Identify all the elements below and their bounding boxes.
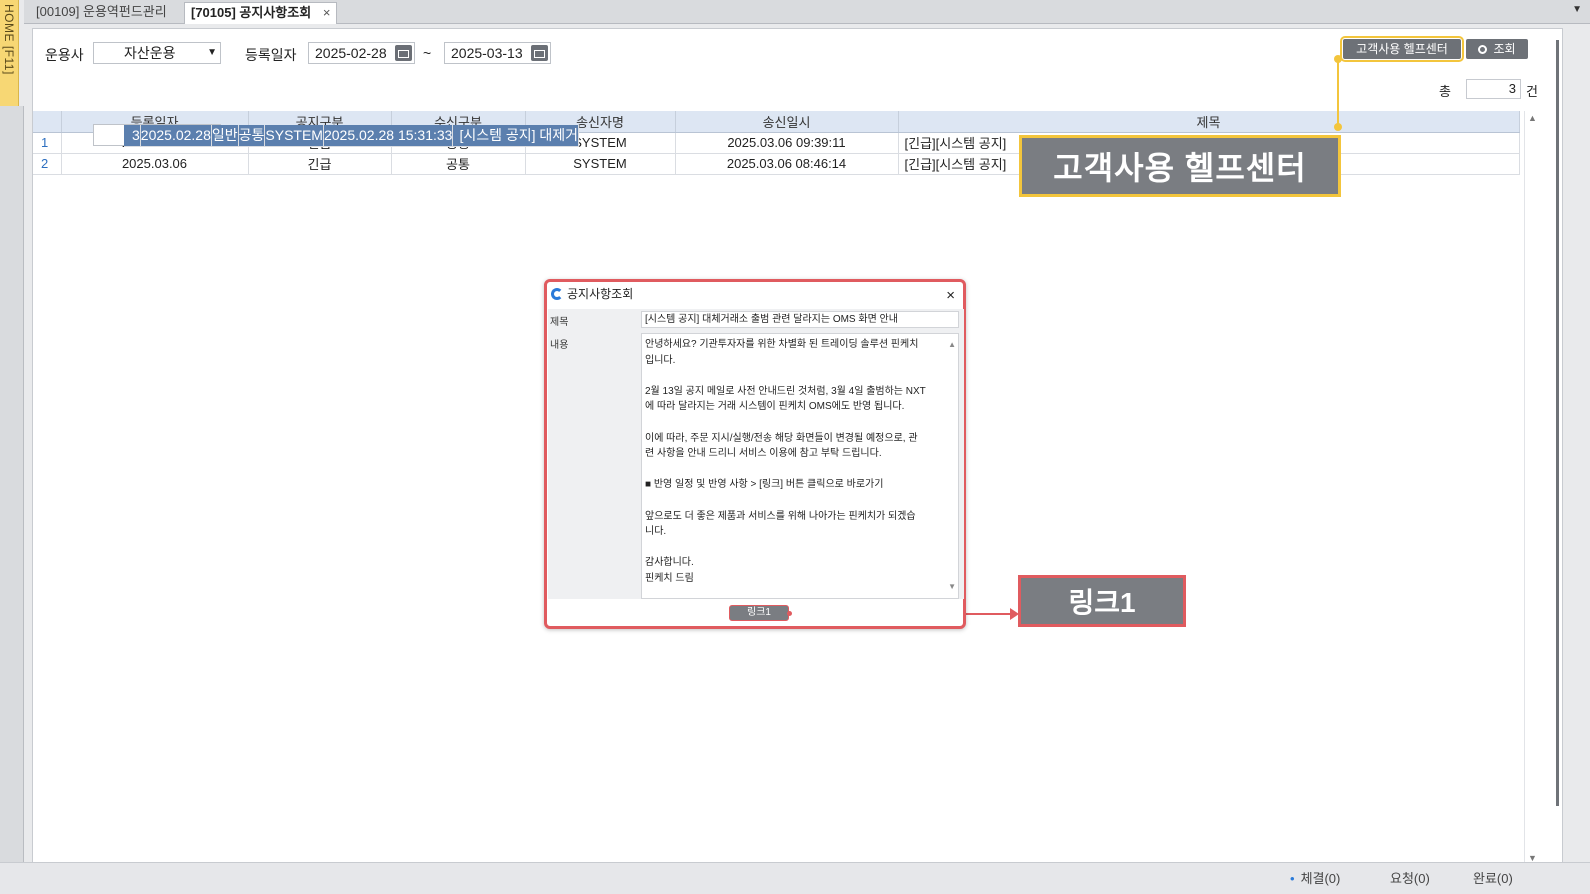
date-to-field[interactable]: 2025-03-13	[444, 42, 551, 64]
company-label: 운용사	[45, 47, 84, 63]
status-bar: • 체결(0) 요청(0) 완료(0)	[0, 862, 1590, 894]
grid-header[interactable]: 송신일시	[675, 111, 899, 133]
filter-row: 운용사 자산운용 ▼ 등록일자 2025-02-28 ~ 2025-03-13 …	[33, 29, 1562, 75]
date-from-value: 2025-02-28	[315, 45, 387, 61]
tab-bar: [00109] 운용역펀드관리 [70105] 공지사항조회 × ▼	[24, 0, 1590, 24]
date-to-value: 2025-03-13	[451, 45, 523, 61]
company-value: 자산운용	[124, 45, 176, 61]
callout-dot	[1334, 123, 1342, 131]
title-field[interactable]: [시스템 공지] 대체거래소 출범 관련 달라지는 OMS 화면 안내	[641, 311, 959, 328]
content-line: 2월 13일 공지 메일로 사전 안내드린 것처럼, 3월 4일 출범하는 NX…	[645, 385, 926, 397]
help-center-callout: 고객사용 헬프센터	[1019, 135, 1341, 197]
scroll-down-icon[interactable]: ▼	[948, 579, 956, 595]
content-line: 앞으로도 더 좋은 제품과 서비스를 위해 나아가는 핀케치가 되겠습	[645, 510, 916, 522]
cell-type: 일반	[211, 125, 239, 147]
dialog-body: 제목 [시스템 공지] 대체거래소 출범 관련 달라지는 OMS 화면 안내 내…	[548, 309, 964, 599]
help-center-button[interactable]: 고객사용 헬프센터	[1340, 36, 1464, 62]
content-line	[645, 415, 940, 431]
left-rail	[0, 106, 24, 872]
content-line	[645, 462, 940, 478]
scroll-up-icon[interactable]: ▲	[1528, 113, 1537, 123]
content-line: 입니다.	[645, 354, 676, 366]
calendar-icon[interactable]	[531, 45, 548, 61]
cell-sender: SYSTEM	[525, 153, 676, 175]
search-button[interactable]: 조회	[1466, 39, 1528, 59]
home-shortcut-label: HOME [F11]	[2, 4, 16, 75]
count-value: 3	[1466, 79, 1521, 99]
home-shortcut[interactable]: HOME [F11]	[0, 0, 19, 106]
date-from-field[interactable]: 2025-02-28	[308, 42, 415, 64]
chevron-down-icon[interactable]: ▼	[1572, 4, 1582, 15]
cell-date: 2025.03.06	[61, 153, 249, 175]
dialog-titlebar[interactable]: 공지사항조회 ×	[547, 282, 963, 306]
date-range-separator: ~	[423, 45, 432, 61]
notice-dialog: 공지사항조회 × 제목 [시스템 공지] 대체거래소 출범 관련 달라지는 OM…	[544, 279, 966, 629]
search-icon	[1478, 45, 1488, 54]
link-callout: 링크1	[1018, 575, 1186, 627]
grid-header[interactable]: 제목	[898, 111, 1520, 133]
dialog-title: 공지사항조회	[567, 287, 634, 301]
app-logo-icon	[551, 288, 563, 300]
scroll-up-icon[interactable]: ▲	[948, 337, 956, 353]
title-field-label: 제목	[550, 317, 569, 328]
callout-dot	[1334, 55, 1342, 63]
cell-recv: 공통	[391, 153, 526, 175]
cell-recv: 공통	[238, 125, 266, 147]
table-row-selected[interactable]: 3 2025.02.28 일반 공통 SYSTEM 2025.02.28 15:…	[93, 124, 580, 147]
cell-sender: SYSTEM	[264, 125, 324, 147]
cell-sent: 2025.03.06 09:39:11	[675, 132, 899, 154]
status-requested[interactable]: 요청(0)	[1390, 868, 1430, 887]
content-line: ■ 반영 일정 및 반영 사항 > [링크] 버튼 클릭으로 바로가기	[645, 479, 884, 491]
chevron-down-icon: ▼	[207, 47, 217, 58]
content-line	[645, 493, 940, 509]
cell-title: [시스템 공지] 대제거	[452, 125, 580, 147]
close-icon[interactable]: ×	[323, 5, 331, 20]
close-icon[interactable]: ×	[946, 284, 955, 308]
bullet-icon: •	[1290, 871, 1295, 886]
row-number: 2	[33, 153, 62, 175]
count-unit: 건	[1526, 84, 1538, 99]
content-line: 이에 따라, 주문 지시/실행/전송 해당 화면들이 변경될 예정으로, 관	[645, 432, 918, 444]
callout-connector	[1337, 58, 1339, 127]
row-number: 1	[33, 132, 62, 154]
content-line: 에 따라 달라지는 거래 시스템이 핀케치 OMS에도 반영 됩니다.	[645, 401, 905, 413]
content-line	[645, 540, 940, 556]
status-filled-label: 체결(0)	[1300, 871, 1341, 886]
content-field[interactable]: 안녕하세요? 기관투자자를 위한 차별화 된 트레이딩 솔루션 핀케치 입니다.…	[641, 333, 959, 599]
cell-sent: 2025.02.28 15:31:33	[323, 125, 454, 147]
tab-label: [70105] 공지사항조회	[191, 5, 312, 20]
grid-header-rownum	[33, 111, 62, 133]
tab-label: [00109] 운용역펀드관리	[36, 4, 167, 19]
content-field-label: 내용	[550, 340, 569, 351]
calendar-icon[interactable]	[395, 45, 412, 61]
content-line: 니다.	[645, 526, 667, 538]
date-label: 등록일자	[245, 47, 297, 63]
content-line: 감사합니다.	[645, 557, 694, 569]
content-line	[645, 368, 940, 384]
company-select[interactable]: 자산운용 ▼	[93, 42, 221, 64]
content-line: 안녕하세요? 기관투자자를 위한 차별화 된 트레이딩 솔루션 핀케치	[645, 339, 919, 350]
callout-dot	[787, 611, 792, 616]
row-number: 3	[124, 125, 141, 147]
search-button-label: 조회	[1493, 42, 1516, 56]
cell-sent: 2025.03.06 08:46:14	[675, 153, 899, 175]
status-completed[interactable]: 완료(0)	[1473, 868, 1513, 887]
cell-type: 긴급	[248, 153, 392, 175]
grid-scrollbar[interactable]: ▲ ▼	[1524, 111, 1540, 865]
cell-date: 2025.02.28	[140, 125, 212, 147]
tab-fund-manager[interactable]: [00109] 운용역펀드관리	[30, 2, 173, 24]
content-line: 핀케치 드림	[645, 572, 694, 584]
content-line: 련 사항을 안내 드리니 서비스 이용에 참고 부탁 드립니다.	[645, 448, 882, 460]
status-filled[interactable]: • 체결(0)	[1290, 868, 1340, 887]
link1-button[interactable]: 링크1	[729, 605, 789, 621]
count-prefix: 총	[1439, 84, 1451, 99]
tab-notice-inquiry[interactable]: [70105] 공지사항조회 ×	[184, 2, 338, 24]
page-scrollbar[interactable]	[1556, 40, 1559, 806]
